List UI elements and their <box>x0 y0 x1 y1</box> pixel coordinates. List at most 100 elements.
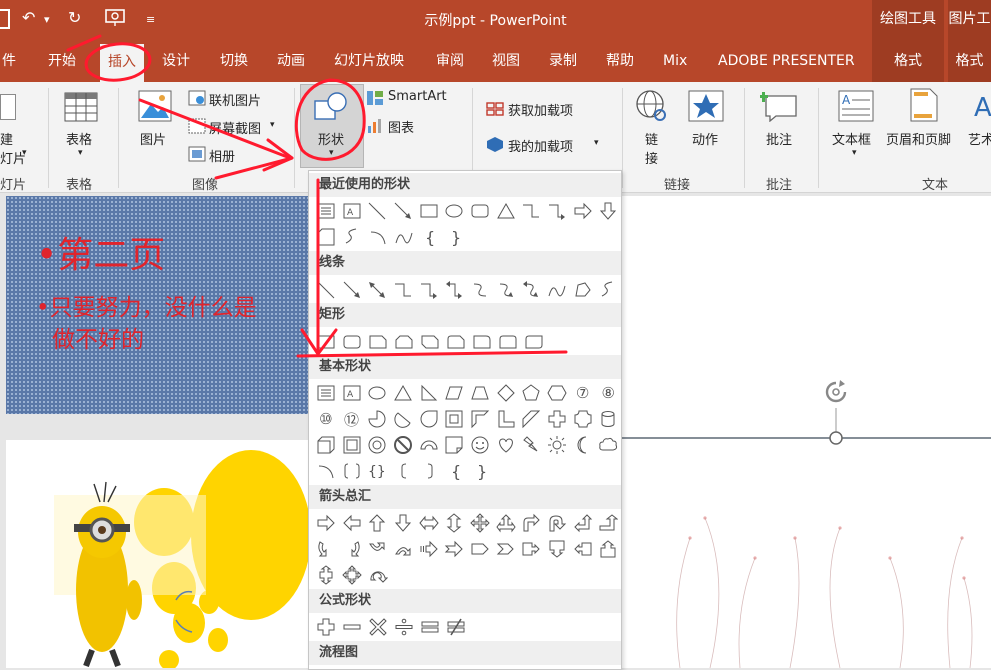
chevron-down-icon[interactable]: ▾ <box>78 148 83 158</box>
tab-drawing-format[interactable]: 格式 <box>872 40 944 82</box>
line-shape-icon[interactable] <box>313 277 339 303</box>
can-shape-icon[interactable] <box>595 406 621 432</box>
chevron-shape-icon[interactable] <box>493 536 519 562</box>
left-arrow-shape-icon[interactable] <box>339 510 365 536</box>
my-addins-label[interactable]: 我的加载项 <box>508 136 573 155</box>
down-arrow-shape-icon[interactable] <box>595 198 621 224</box>
oval-shape-icon[interactable] <box>441 198 467 224</box>
arrow-line-shape-icon[interactable] <box>339 277 365 303</box>
vertical-textbox-shape-icon[interactable]: A <box>339 380 365 406</box>
curve-shape-icon[interactable] <box>391 224 417 250</box>
teardrop-shape-icon[interactable] <box>416 406 442 432</box>
bent-up-arrow-shape-icon[interactable] <box>595 510 621 536</box>
freeform-shape-icon[interactable] <box>570 277 596 303</box>
right-arrow-shape-icon[interactable] <box>313 510 339 536</box>
double-brace-shape-icon[interactable]: {} <box>365 458 391 484</box>
comment-label[interactable]: 批注 <box>766 129 792 148</box>
textbox-shape-icon[interactable] <box>313 380 339 406</box>
notched-right-arrow-shape-icon[interactable] <box>441 536 467 562</box>
cube-shape-icon[interactable] <box>313 432 339 458</box>
snip-round-shape-icon[interactable] <box>443 329 469 355</box>
wordart-label[interactable]: 艺术 <box>968 129 991 148</box>
album-label[interactable]: 相册 <box>209 146 235 165</box>
minus-shape-icon[interactable] <box>339 614 365 640</box>
curved-arrow-connector-shape-icon[interactable] <box>493 277 519 303</box>
pie-shape-icon[interactable] <box>364 406 390 432</box>
freeform-scribble-shape-icon[interactable] <box>595 277 621 303</box>
left-right-arrow-shape-icon[interactable] <box>416 510 442 536</box>
table-icon[interactable] <box>64 92 98 126</box>
not-equal-shape-icon[interactable] <box>443 614 469 640</box>
right-triangle-shape-icon[interactable] <box>416 380 442 406</box>
right-arrow-callout-shape-icon[interactable] <box>518 536 544 562</box>
rounded-rectangle-shape-icon[interactable] <box>467 198 493 224</box>
tab-design[interactable]: 设计 <box>160 40 192 82</box>
rectangle-shape-icon[interactable] <box>416 198 442 224</box>
right-brace-shape-icon[interactable]: } <box>469 458 495 484</box>
header-footer-icon[interactable] <box>910 88 938 126</box>
slide-canvas[interactable] <box>620 196 991 668</box>
shapes-button[interactable]: 形状 ▾ <box>300 84 364 168</box>
curved-double-arrow-shape-icon[interactable] <box>518 277 544 303</box>
arrow-line-shape-icon[interactable] <box>390 198 416 224</box>
tab-review[interactable]: 审阅 <box>434 40 466 82</box>
tab-mix[interactable]: Mix <box>661 40 689 82</box>
album-icon[interactable] <box>188 146 206 166</box>
get-addins-label[interactable]: 获取加载项 <box>508 100 573 119</box>
double-bracket-shape-icon[interactable] <box>339 458 365 484</box>
triangle-shape-icon[interactable] <box>493 198 519 224</box>
tab-file[interactable]: 件 <box>0 40 18 82</box>
bevel-shape-icon[interactable] <box>339 432 365 458</box>
tab-record[interactable]: 录制 <box>547 40 579 82</box>
diagonal-stripe-shape-icon[interactable] <box>518 406 544 432</box>
up-arrow-callout-shape-icon[interactable] <box>595 536 621 562</box>
hexagon-shape-icon[interactable] <box>544 380 570 406</box>
octagon-shape-icon[interactable]: ⑧ <box>595 380 621 406</box>
right-brace-shape-icon[interactable]: } <box>443 224 469 250</box>
line-shape-icon[interactable] <box>364 198 390 224</box>
cloud-shape-icon[interactable] <box>595 432 621 458</box>
arc-shape-icon[interactable] <box>313 458 339 484</box>
divide-shape-icon[interactable] <box>391 614 417 640</box>
chevron-down-icon[interactable]: ▾ <box>270 120 275 130</box>
curved-down-arrow-shape-icon[interactable] <box>390 536 416 562</box>
comment-icon[interactable] <box>758 88 800 126</box>
tab-picture-format[interactable]: 格式 <box>948 40 991 82</box>
u-turn-arrow-shape-icon[interactable] <box>544 510 570 536</box>
new-slide-icon[interactable] <box>0 92 18 122</box>
heart-shape-icon[interactable] <box>493 432 519 458</box>
decagon-shape-icon[interactable]: ⑩ <box>313 406 339 432</box>
frame-shape-icon[interactable] <box>441 406 467 432</box>
quad-arrow-callout-shape-icon[interactable] <box>339 562 365 588</box>
rectangle-shape-icon[interactable] <box>313 329 339 355</box>
folded-corner-shape-icon[interactable] <box>441 432 467 458</box>
action-icon[interactable] <box>688 90 724 126</box>
curved-right-arrow-shape-icon[interactable] <box>313 536 339 562</box>
curve-shape-icon[interactable] <box>544 277 570 303</box>
chevron-down-icon[interactable]: ▾ <box>22 148 27 158</box>
parallelogram-shape-icon[interactable] <box>441 380 467 406</box>
round-diagonal-shape-icon[interactable] <box>521 329 547 355</box>
right-arrow-shape-icon[interactable] <box>570 198 596 224</box>
action-label[interactable]: 动作 <box>692 129 718 148</box>
tab-slideshow[interactable]: 幻灯片放映 <box>332 40 406 82</box>
smiley-face-shape-icon[interactable] <box>467 432 493 458</box>
chevron-down-icon[interactable]: ▾ <box>594 138 599 148</box>
no-symbol-shape-icon[interactable] <box>390 432 416 458</box>
sun-shape-icon[interactable] <box>544 432 570 458</box>
chart-icon[interactable] <box>366 118 384 138</box>
elbow-arrow-connector-shape-icon[interactable] <box>544 198 570 224</box>
textbox-shape-icon[interactable] <box>313 198 339 224</box>
donut-shape-icon[interactable] <box>364 432 390 458</box>
screenshot-label[interactable]: 屏幕截图 <box>209 118 261 137</box>
elbow-double-arrow-shape-icon[interactable] <box>441 277 467 303</box>
trapezoid-shape-icon[interactable] <box>467 380 493 406</box>
multiply-shape-icon[interactable] <box>365 614 391 640</box>
up-arrow-shape-icon[interactable] <box>364 510 390 536</box>
pentagon-shape-icon[interactable] <box>518 380 544 406</box>
store-icon[interactable] <box>486 100 504 120</box>
curved-up-arrow-shape-icon[interactable] <box>364 536 390 562</box>
wordart-icon[interactable]: A <box>974 92 991 124</box>
up-down-arrow-shape-icon[interactable] <box>441 510 467 536</box>
left-brace-shape-icon[interactable]: { <box>443 458 469 484</box>
